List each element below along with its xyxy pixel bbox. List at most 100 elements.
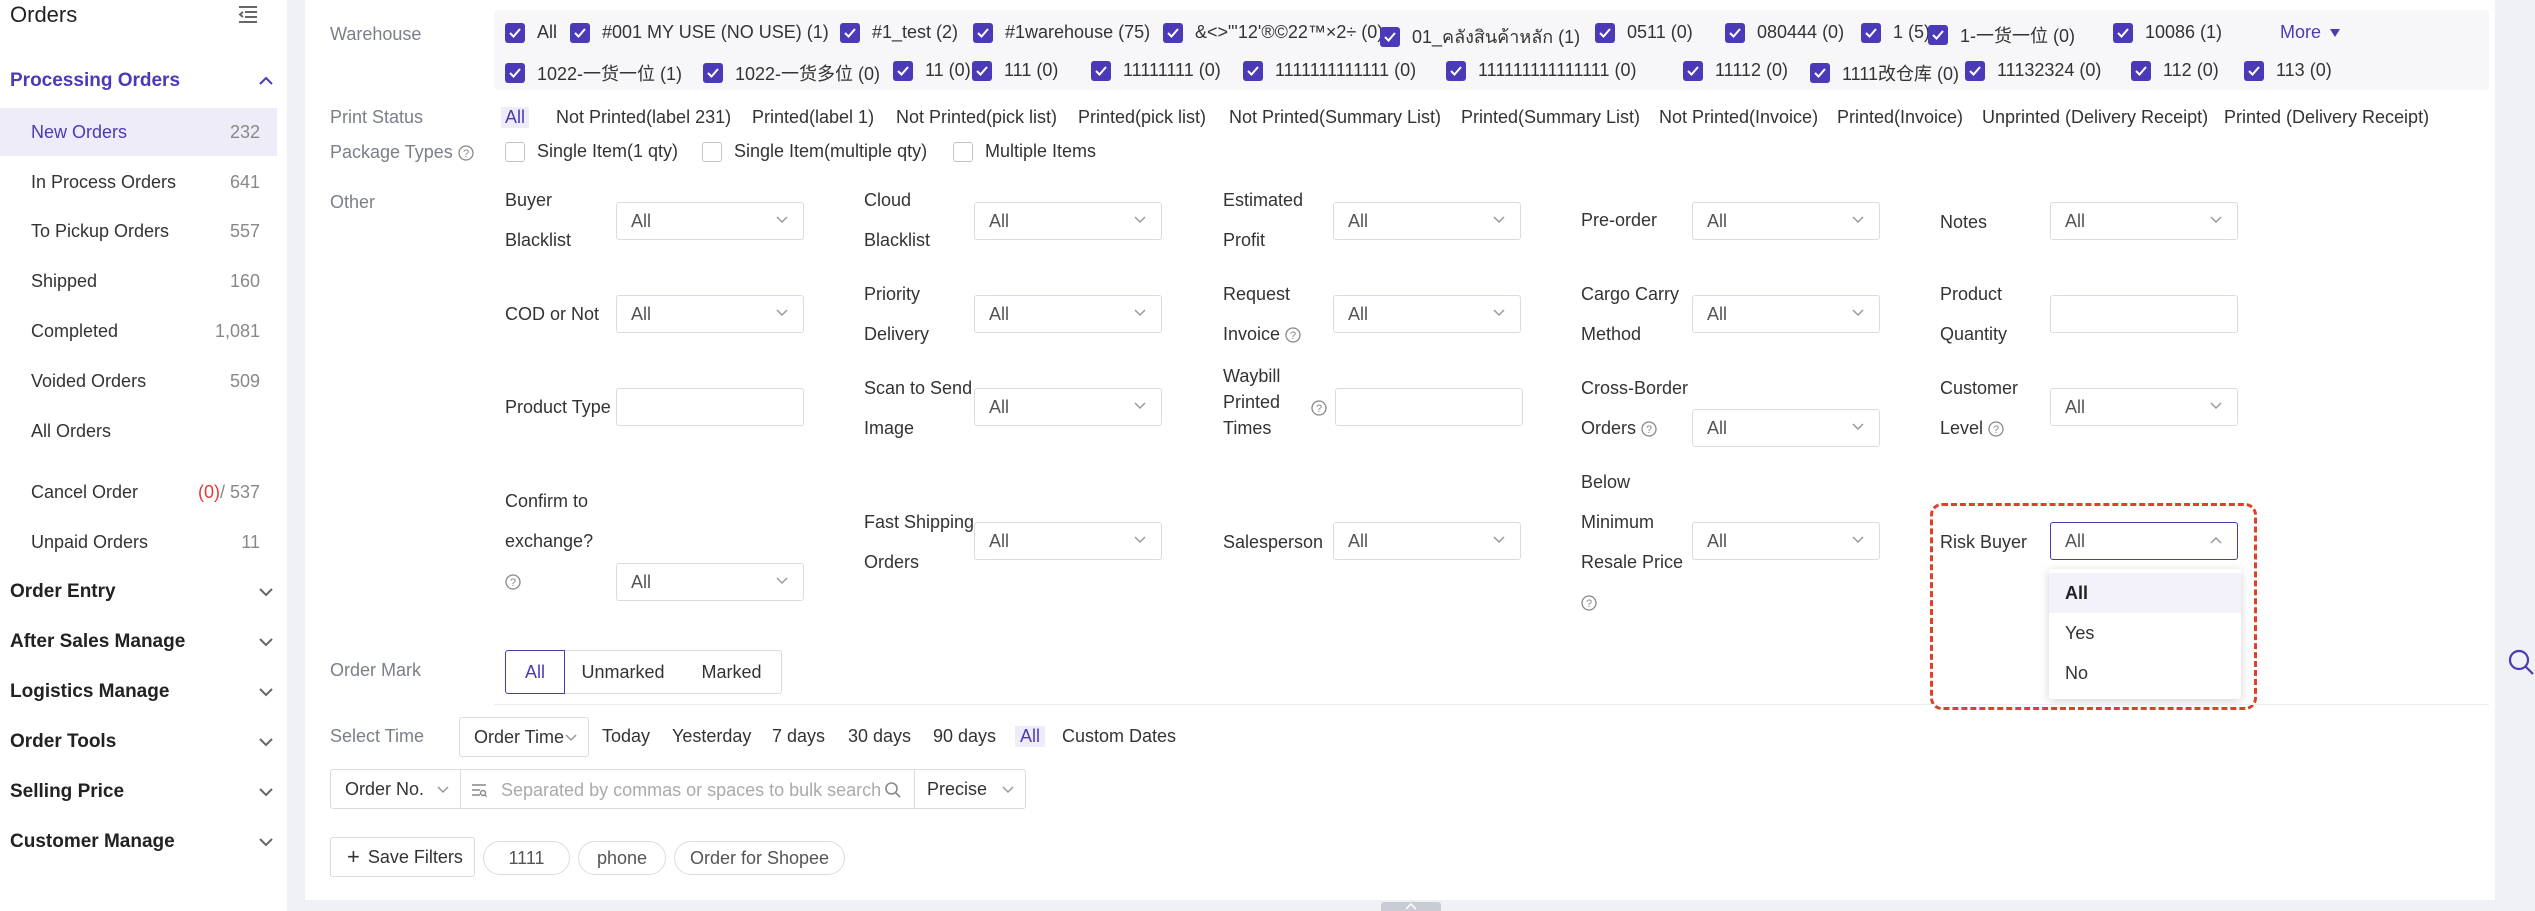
dropdown-option-all[interactable]: All [2049, 573, 2241, 613]
print-status-option[interactable]: Printed(Summary List) [1461, 107, 1640, 128]
sidebar-item-completed[interactable]: Completed 1,081 [0, 307, 277, 355]
warehouse-option[interactable]: 10086 (1) [2113, 22, 2222, 43]
package-type-single-multi[interactable]: Single Item(multiple qty) [702, 141, 927, 162]
help-icon[interactable]: ? [1285, 327, 1301, 343]
checkbox[interactable] [2131, 60, 2151, 81]
order-mark-unmarked[interactable]: Unmarked [564, 650, 683, 694]
print-status-option[interactable]: Printed(label 1) [752, 107, 874, 128]
checkbox[interactable] [1243, 60, 1263, 81]
checkbox[interactable] [1595, 22, 1615, 43]
checkbox[interactable] [570, 22, 590, 43]
risk-buyer-select[interactable]: All [2050, 522, 2238, 560]
checkbox[interactable] [1683, 60, 1703, 81]
sidebar-group-processing-orders[interactable]: Processing Orders [0, 58, 287, 104]
checkbox[interactable] [702, 141, 722, 162]
checkbox[interactable] [2244, 60, 2264, 81]
checkbox[interactable] [1380, 26, 1400, 47]
warehouse-option[interactable]: 111 (0) [972, 60, 1058, 81]
help-icon[interactable]: ? [1641, 421, 1657, 437]
time-custom-dates[interactable]: Custom Dates [1062, 726, 1176, 747]
package-type-single-1qty[interactable]: Single Item(1 qty) [505, 141, 678, 162]
warehouse-option[interactable]: #1_test (2) [840, 22, 958, 43]
checkbox[interactable] [1091, 60, 1111, 81]
cross-border-select[interactable]: All [1692, 409, 1880, 447]
product-type-input[interactable] [616, 388, 804, 426]
sidebar-group-after-sales-manage[interactable]: After Sales Manage [0, 619, 287, 665]
print-status-option[interactable]: Printed (Delivery Receipt) [2224, 107, 2429, 128]
warehouse-option[interactable]: 1022-一货一位 (1) [505, 60, 682, 86]
warehouse-option[interactable]: 1 (5) [1861, 22, 1930, 43]
time-30-days[interactable]: 30 days [848, 726, 911, 747]
help-icon[interactable]: ? [505, 574, 521, 590]
buyer-blacklist-select[interactable]: All [616, 202, 804, 240]
time-7-days[interactable]: 7 days [772, 726, 825, 747]
warehouse-option[interactable]: 1022-一货多位 (0) [703, 60, 880, 86]
confirm-exchange-select[interactable]: All [616, 563, 804, 601]
sidebar-item-to-pickup-orders[interactable]: To Pickup Orders 557 [0, 207, 277, 255]
checkbox[interactable] [840, 22, 860, 43]
warehouse-option[interactable]: 01_คลังสินค้าหลัก (1) [1380, 22, 1580, 51]
cargo-carry-select[interactable]: All [1692, 295, 1880, 333]
search-field-select[interactable]: Order No. [330, 769, 461, 809]
order-mark-marked[interactable]: Marked [682, 650, 782, 694]
checkbox[interactable] [1810, 63, 1830, 83]
checkbox[interactable] [1163, 22, 1183, 43]
sidebar-item-shipped[interactable]: Shipped 160 [0, 257, 277, 305]
checkbox[interactable] [1725, 22, 1745, 43]
sidebar-group-order-entry[interactable]: Order Entry [0, 569, 287, 615]
saved-filter-pill[interactable]: phone [578, 841, 666, 875]
help-icon[interactable]: ? [458, 145, 474, 161]
customer-level-select[interactable]: All [2050, 388, 2238, 426]
warehouse-option[interactable]: 11112 (0) [1683, 60, 1788, 81]
fast-shipping-select[interactable]: All [974, 522, 1162, 560]
save-filters-button[interactable]: + Save Filters [330, 837, 475, 877]
warehouse-option[interactable]: 080444 (0) [1725, 22, 1844, 43]
help-icon[interactable]: ? [1311, 400, 1327, 416]
cloud-blacklist-select[interactable]: All [974, 202, 1162, 240]
dropdown-option-yes[interactable]: Yes [2049, 613, 2241, 653]
collapse-handle[interactable] [1381, 902, 1441, 911]
cod-select[interactable]: All [616, 295, 804, 333]
search-mode-select[interactable]: Precise [914, 769, 1026, 809]
warehouse-option[interactable]: 112 (0) [2131, 60, 2219, 81]
time-type-select[interactable]: Order Time [459, 717, 589, 757]
checkbox[interactable] [2113, 22, 2133, 43]
checkbox[interactable] [1928, 25, 1948, 45]
sidebar-item-in-process-orders[interactable]: In Process Orders 641 [0, 158, 277, 206]
bulk-list-icon[interactable] [471, 782, 487, 798]
sidebar-group-selling-price[interactable]: Selling Price [0, 769, 287, 815]
warehouse-more-button[interactable]: More [2280, 22, 2341, 43]
help-icon[interactable]: ? [1988, 421, 2004, 437]
below-min-resale-select[interactable]: All [1692, 522, 1880, 560]
priority-delivery-select[interactable]: All [974, 295, 1162, 333]
warehouse-option[interactable]: 1111改仓库 (0) [1810, 60, 1959, 86]
print-status-option[interactable]: Printed(Invoice) [1837, 107, 1963, 128]
warehouse-option[interactable]: 113 (0) [2244, 60, 2332, 81]
print-status-option[interactable]: Printed(pick list) [1078, 107, 1206, 128]
sidebar-group-customer-manage[interactable]: Customer Manage [0, 819, 287, 865]
menu-collapse-icon[interactable] [236, 2, 260, 26]
time-all[interactable]: All [1015, 726, 1046, 747]
checkbox[interactable] [972, 60, 992, 81]
print-status-option[interactable]: Unprinted (Delivery Receipt) [1982, 107, 2208, 128]
checkbox[interactable] [1861, 22, 1881, 43]
warehouse-option[interactable]: All [505, 22, 557, 43]
order-mark-all[interactable]: All [505, 650, 565, 694]
print-status-option[interactable]: Not Printed(label 231) [556, 107, 731, 128]
sidebar-group-logistics-manage[interactable]: Logistics Manage [0, 669, 287, 715]
checkbox[interactable] [893, 60, 913, 81]
sidebar-item-cancel-order[interactable]: Cancel Order (0)/ 537 [0, 468, 277, 516]
print-status-option[interactable]: Not Printed(pick list) [896, 107, 1057, 128]
salesperson-select[interactable]: All [1333, 522, 1521, 560]
sidebar-item-all-orders[interactable]: All Orders [0, 407, 277, 455]
warehouse-option[interactable]: 0511 (0) [1595, 22, 1693, 43]
warehouse-option[interactable]: #1warehouse (75) [973, 22, 1150, 43]
warehouse-option[interactable]: 11132324 (0) [1965, 60, 2101, 81]
sidebar-item-new-orders[interactable]: New Orders 232 [0, 108, 277, 156]
checkbox[interactable] [505, 141, 525, 162]
checkbox[interactable] [703, 63, 723, 83]
time-today[interactable]: Today [602, 726, 650, 747]
print-status-option[interactable]: Not Printed(Invoice) [1659, 107, 1818, 128]
warehouse-option[interactable]: 1-一货一位 (0) [1928, 22, 2075, 48]
warehouse-option[interactable]: 11 (0) [893, 60, 971, 81]
